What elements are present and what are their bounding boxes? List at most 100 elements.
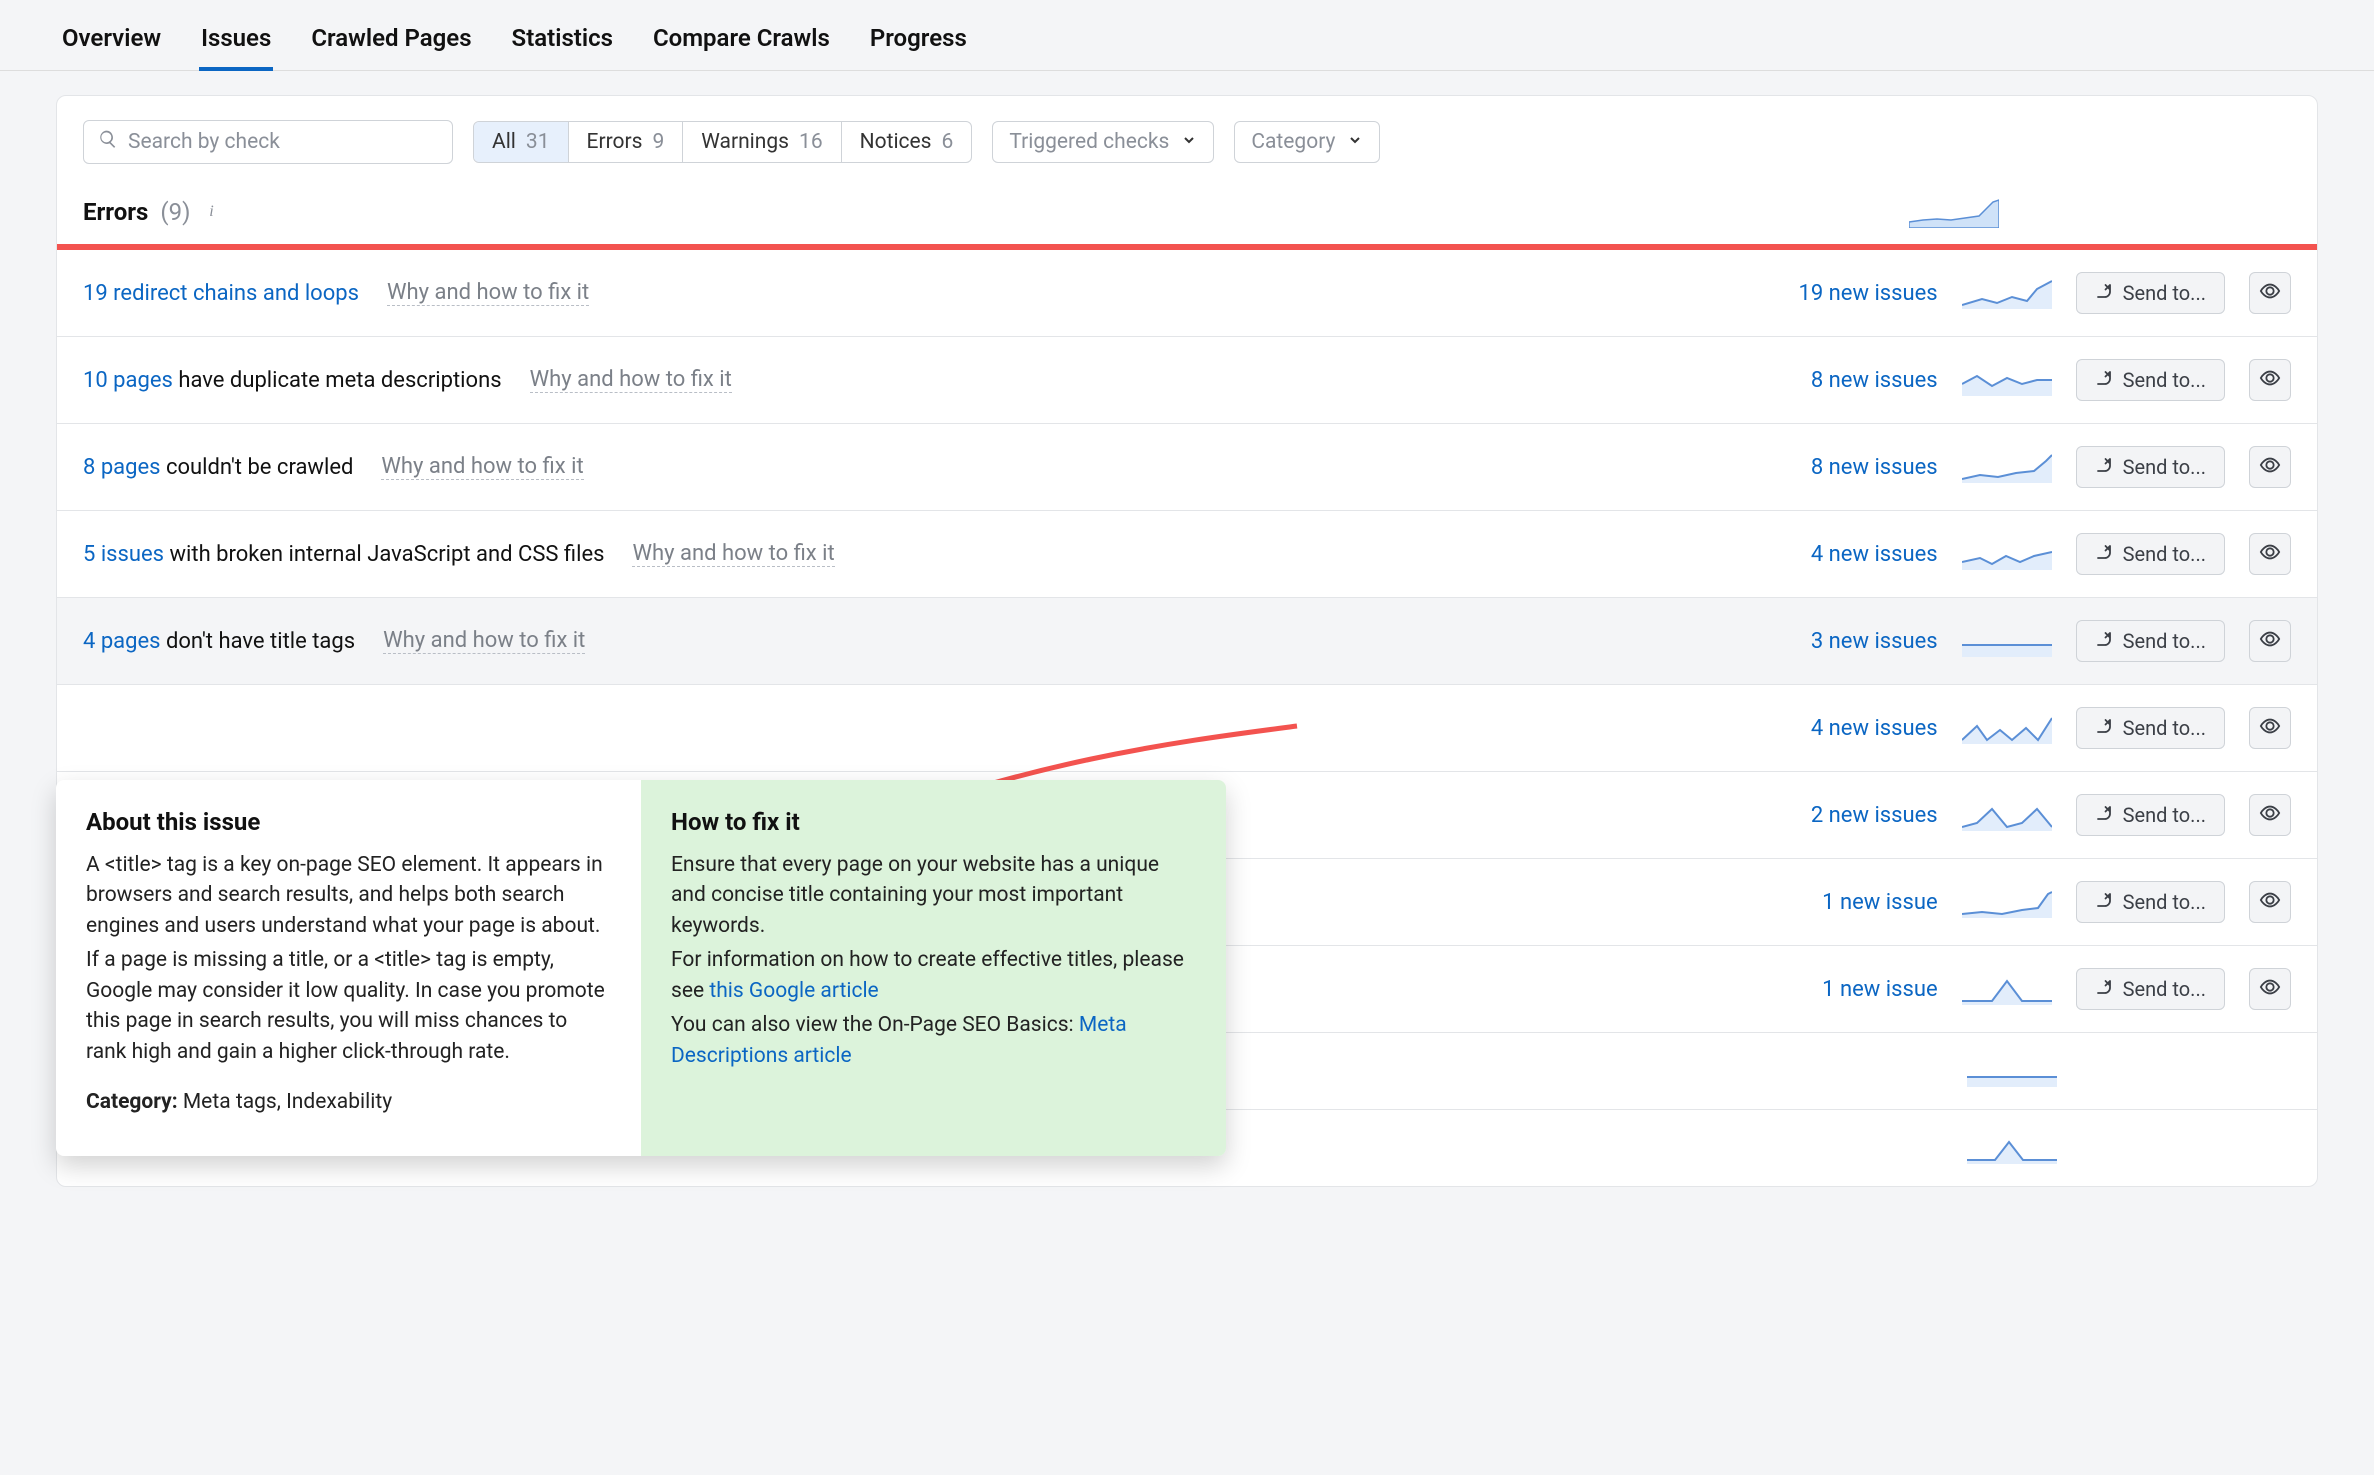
row-sparkline bbox=[1962, 451, 2052, 483]
view-button[interactable] bbox=[2249, 446, 2291, 488]
filter-segments: All31 Errors9 Warnings16 Notices6 bbox=[473, 121, 972, 163]
view-button[interactable] bbox=[2249, 881, 2291, 923]
issue-popover: About this issue A <title> tag is a key … bbox=[56, 780, 1226, 1156]
send-to-button[interactable]: Send to... bbox=[2076, 968, 2225, 1010]
tab-progress[interactable]: Progress bbox=[868, 0, 969, 70]
section-title-text: Errors bbox=[83, 198, 148, 226]
eye-icon bbox=[2259, 454, 2281, 480]
segment-errors[interactable]: Errors9 bbox=[569, 122, 684, 162]
section-sparkline bbox=[1909, 196, 1999, 228]
new-issues-link[interactable]: 1 new issue bbox=[1822, 890, 1937, 915]
chevron-down-icon bbox=[1347, 130, 1363, 154]
view-button[interactable] bbox=[2249, 794, 2291, 836]
popover-about: About this issue A <title> tag is a key … bbox=[56, 780, 641, 1156]
fix-paragraph: You can also view the On-Page SEO Basics… bbox=[671, 1010, 1196, 1071]
eye-icon bbox=[2259, 802, 2281, 828]
tab-statistics[interactable]: Statistics bbox=[510, 0, 615, 70]
row-sparkline bbox=[1962, 712, 2052, 744]
row-sparkline bbox=[1962, 625, 2052, 657]
share-icon bbox=[2095, 542, 2113, 566]
about-paragraph: A <title> tag is a key on-page SEO eleme… bbox=[86, 850, 611, 941]
issue-link[interactable]: 19 redirect chains and loops bbox=[83, 281, 359, 306]
view-button[interactable] bbox=[2249, 620, 2291, 662]
tab-compare-crawls[interactable]: Compare Crawls bbox=[651, 0, 832, 70]
row-sparkline bbox=[1962, 277, 2052, 309]
eye-icon bbox=[2259, 715, 2281, 741]
toolbar: Search by check All31 Errors9 Warnings16… bbox=[57, 96, 2317, 174]
new-issues-link[interactable]: 8 new issues bbox=[1811, 368, 1938, 393]
view-button[interactable] bbox=[2249, 533, 2291, 575]
why-how-link[interactable]: Why and how to fix it bbox=[632, 541, 834, 567]
about-paragraph: If a page is missing a title, or a <titl… bbox=[86, 945, 611, 1067]
eye-icon bbox=[2259, 628, 2281, 654]
row-sparkline bbox=[1967, 1055, 2057, 1087]
row-sparkline bbox=[1962, 538, 2052, 570]
row-sparkline bbox=[1967, 1132, 2057, 1164]
row-sparkline bbox=[1962, 799, 2052, 831]
issue-text: couldn't be crawled bbox=[161, 455, 354, 480]
why-how-link[interactable]: Why and how to fix it bbox=[381, 454, 583, 480]
view-button[interactable] bbox=[2249, 272, 2291, 314]
share-icon bbox=[2095, 977, 2113, 1001]
share-icon bbox=[2095, 803, 2113, 827]
issue-row: 4 pages don't have title tags Why and ho… bbox=[57, 597, 2317, 684]
new-issues-link[interactable]: 4 new issues bbox=[1811, 716, 1938, 741]
segment-notices[interactable]: Notices6 bbox=[842, 122, 972, 162]
send-to-button[interactable]: Send to... bbox=[2076, 794, 2225, 836]
tab-overview[interactable]: Overview bbox=[60, 0, 163, 70]
search-icon bbox=[98, 129, 118, 155]
issue-count-link[interactable]: 8 pages bbox=[83, 455, 161, 480]
issue-text: don't have title tags bbox=[161, 629, 356, 654]
fix-paragraph: For information on how to create effecti… bbox=[671, 945, 1196, 1006]
segment-all[interactable]: All31 bbox=[474, 122, 569, 162]
issue-row: 4 new issues Send to... bbox=[57, 684, 2317, 771]
tab-crawled-pages[interactable]: Crawled Pages bbox=[309, 0, 473, 70]
share-icon bbox=[2095, 890, 2113, 914]
row-sparkline bbox=[1962, 364, 2052, 396]
send-to-button[interactable]: Send to... bbox=[2076, 359, 2225, 401]
chevron-down-icon bbox=[1181, 130, 1197, 154]
why-how-link[interactable]: Why and how to fix it bbox=[530, 367, 732, 393]
triggered-checks-dropdown[interactable]: Triggered checks bbox=[992, 121, 1214, 163]
issue-row: 5 issues with broken internal JavaScript… bbox=[57, 510, 2317, 597]
send-to-button[interactable]: Send to... bbox=[2076, 707, 2225, 749]
new-issues-link[interactable]: 8 new issues bbox=[1811, 455, 1938, 480]
share-icon bbox=[2095, 455, 2113, 479]
issue-row: 8 pages couldn't be crawled Why and how … bbox=[57, 423, 2317, 510]
share-icon bbox=[2095, 281, 2113, 305]
share-icon bbox=[2095, 629, 2113, 653]
send-to-button[interactable]: Send to... bbox=[2076, 446, 2225, 488]
share-icon bbox=[2095, 716, 2113, 740]
issue-count-link[interactable]: 5 issues bbox=[83, 542, 164, 567]
view-button[interactable] bbox=[2249, 707, 2291, 749]
info-icon[interactable]: i bbox=[202, 203, 220, 221]
send-to-button[interactable]: Send to... bbox=[2076, 533, 2225, 575]
new-issues-link[interactable]: 3 new issues bbox=[1811, 629, 1938, 654]
send-to-button[interactable]: Send to... bbox=[2076, 620, 2225, 662]
top-tabs: Overview Issues Crawled Pages Statistics… bbox=[0, 0, 2374, 71]
new-issues-link[interactable]: 2 new issues bbox=[1811, 803, 1938, 828]
why-how-link[interactable]: Why and how to fix it bbox=[383, 628, 585, 654]
issue-count-link[interactable]: 4 pages bbox=[83, 629, 161, 654]
eye-icon bbox=[2259, 541, 2281, 567]
about-category: Category: Meta tags, Indexability bbox=[86, 1087, 611, 1117]
new-issues-link[interactable]: 4 new issues bbox=[1811, 542, 1938, 567]
new-issues-link[interactable]: 1 new issue bbox=[1822, 977, 1937, 1002]
new-issues-link[interactable]: 19 new issues bbox=[1798, 281, 1937, 306]
view-button[interactable] bbox=[2249, 359, 2291, 401]
eye-icon bbox=[2259, 280, 2281, 306]
issue-count-link[interactable]: 10 pages bbox=[83, 368, 173, 393]
view-button[interactable] bbox=[2249, 968, 2291, 1010]
tab-issues[interactable]: Issues bbox=[199, 0, 273, 70]
why-how-link[interactable]: Why and how to fix it bbox=[387, 280, 589, 306]
send-to-button[interactable]: Send to... bbox=[2076, 272, 2225, 314]
issue-text: with broken internal JavaScript and CSS … bbox=[164, 542, 604, 567]
send-to-button[interactable]: Send to... bbox=[2076, 881, 2225, 923]
category-dropdown[interactable]: Category bbox=[1234, 121, 1380, 163]
fix-link[interactable]: this Google article bbox=[709, 979, 878, 1003]
segment-warnings[interactable]: Warnings16 bbox=[683, 122, 841, 162]
search-input[interactable]: Search by check bbox=[83, 120, 453, 164]
eye-icon bbox=[2259, 367, 2281, 393]
row-sparkline bbox=[1962, 886, 2052, 918]
row-sparkline bbox=[1962, 973, 2052, 1005]
